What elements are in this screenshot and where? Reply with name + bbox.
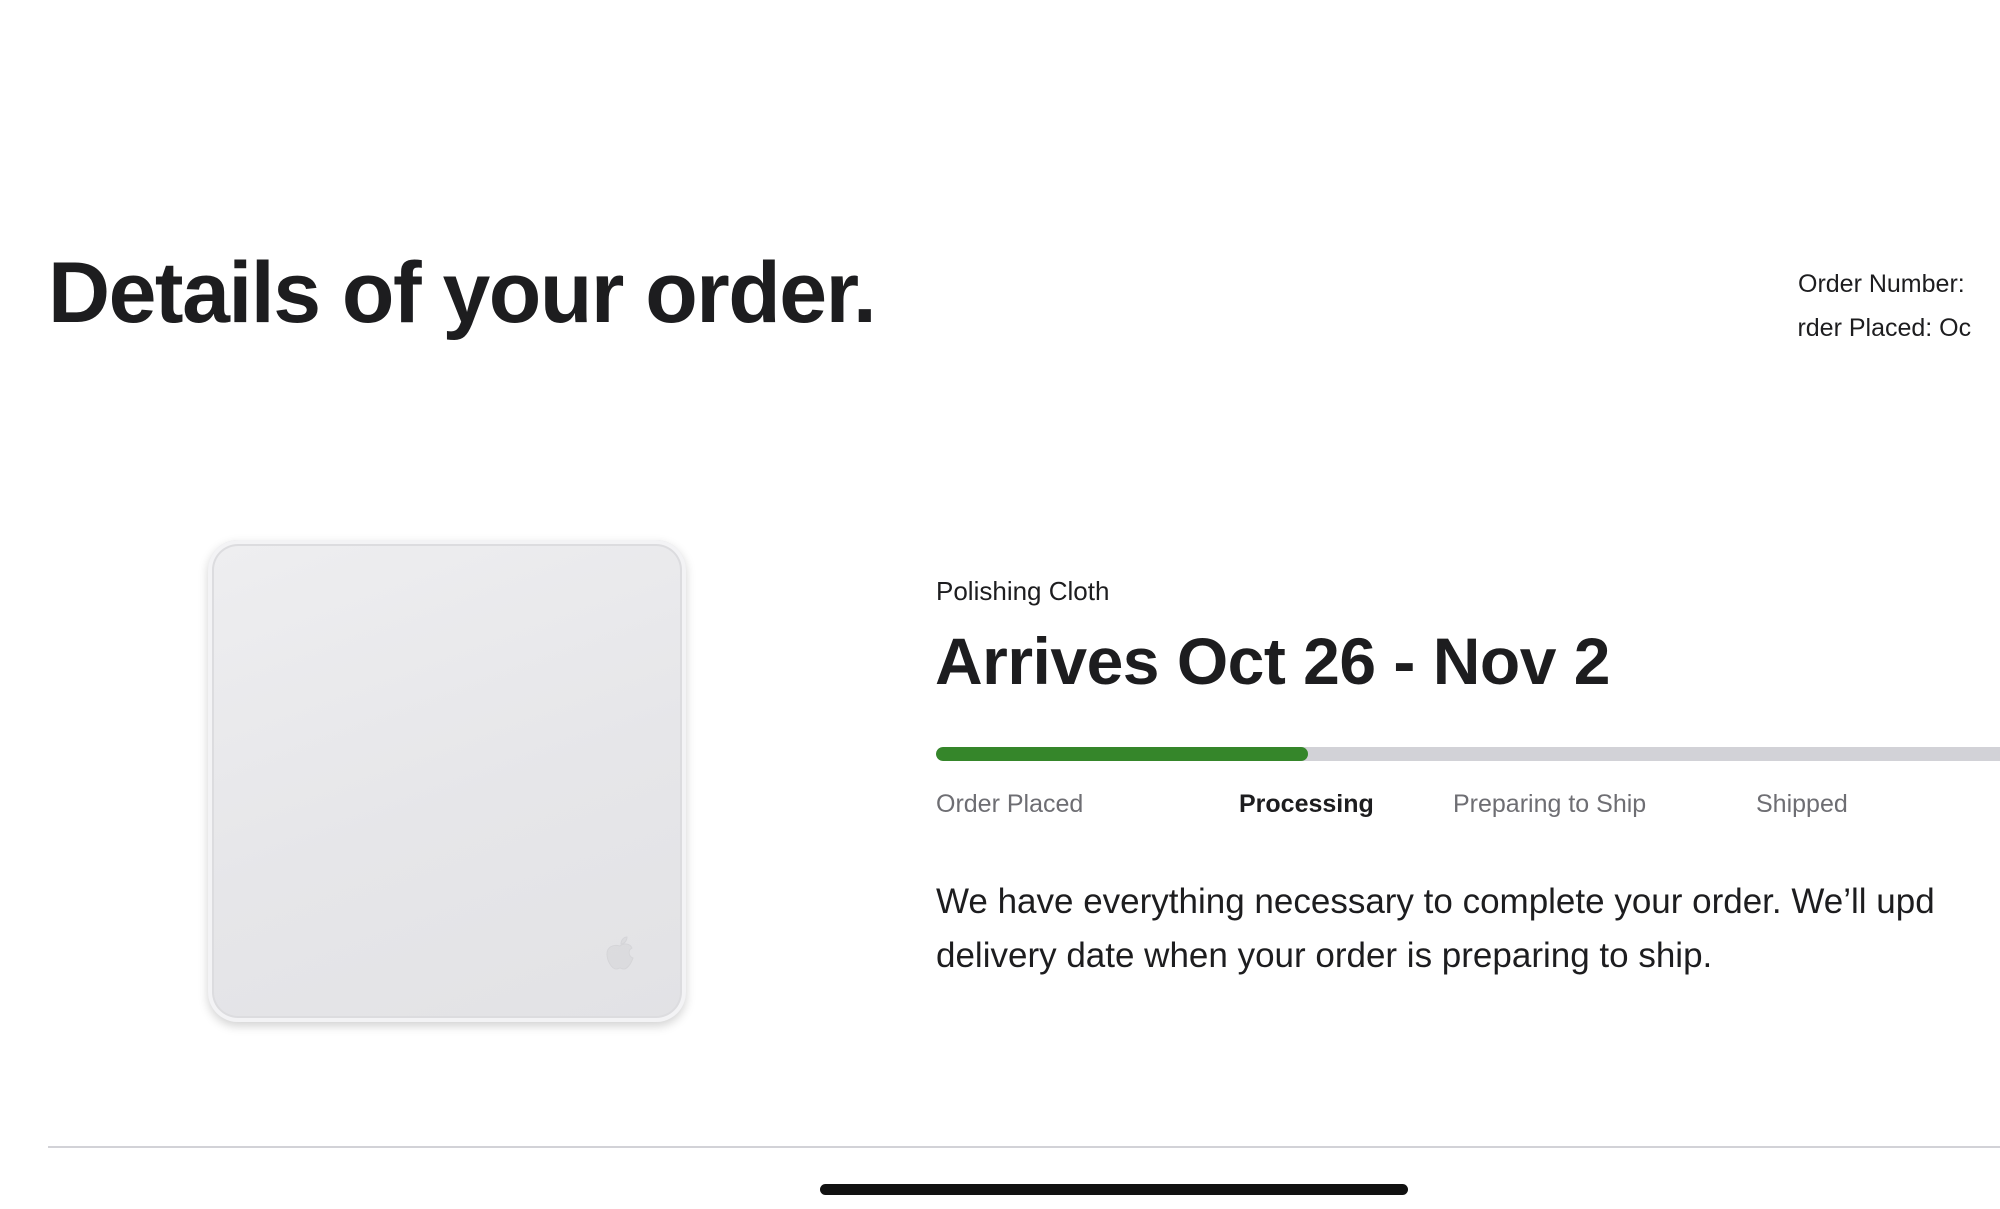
arrival-date-heading: Arrives Oct 26 - Nov 2 [935, 624, 1610, 698]
step-order-placed: Order Placed [936, 790, 1084, 818]
home-indicator[interactable] [820, 1184, 1408, 1195]
order-meta: Order Number: Order Placed: Oc [1798, 262, 2000, 350]
status-message-line-2: delivery date when your order is prepari… [936, 936, 1713, 975]
status-message: We have everything necessary to complete… [936, 875, 2000, 983]
item-name: Polishing Cloth [936, 576, 1110, 606]
order-placed-label: Order Placed: Oc [1798, 314, 1972, 342]
order-number-label: Order Number: [1798, 270, 1965, 298]
order-details-page: Details of your order. Order Number: Ord… [0, 0, 2000, 1209]
order-progress-bar [936, 747, 2000, 761]
page-title: Details of your order. [48, 245, 877, 341]
order-progress-fill [936, 747, 1309, 761]
apple-logo-icon [606, 936, 634, 970]
step-processing: Processing [1239, 790, 1374, 818]
step-shipped: Shipped [1756, 790, 1848, 818]
section-divider [48, 1146, 2000, 1148]
step-preparing-to-ship: Preparing to Ship [1453, 790, 1647, 818]
status-message-line-1: We have everything necessary to complete… [936, 882, 1935, 921]
product-image [208, 540, 686, 1022]
